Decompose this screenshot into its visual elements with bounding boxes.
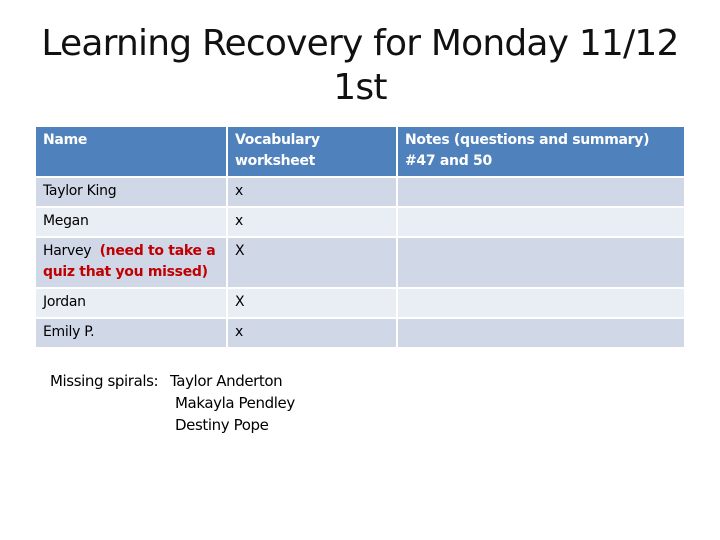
table-row: Jordan X bbox=[36, 289, 684, 319]
missing-spirals: Missing spirals: Taylor Anderton Makayla … bbox=[50, 370, 295, 436]
table-header-row: Name Vocabulary worksheet Notes (questio… bbox=[36, 127, 684, 178]
notes-cell bbox=[398, 238, 684, 289]
missing-spirals-name: Destiny Pope bbox=[175, 416, 269, 434]
table-row: Taylor King x bbox=[36, 178, 684, 208]
student-name-text: Jordan bbox=[43, 294, 86, 310]
table-row: Harvey (need to take a quiz that you mis… bbox=[36, 238, 684, 289]
notes-cell bbox=[398, 289, 684, 319]
missing-spirals-name: Makayla Pendley bbox=[175, 394, 295, 412]
student-name-text: Harvey bbox=[43, 243, 92, 259]
vocab-cell: x bbox=[228, 319, 398, 349]
table-row: Megan x bbox=[36, 208, 684, 238]
student-name: Harvey (need to take a quiz that you mis… bbox=[36, 238, 228, 289]
missing-spirals-line: Missing spirals: Taylor Anderton bbox=[50, 370, 295, 392]
recovery-table: Name Vocabulary worksheet Notes (questio… bbox=[36, 127, 684, 349]
student-name-text: Taylor King bbox=[43, 183, 117, 199]
student-name: Megan bbox=[36, 208, 228, 238]
vocab-cell: x bbox=[228, 178, 398, 208]
student-name: Emily P. bbox=[36, 319, 228, 349]
header-vocabulary: Vocabulary worksheet bbox=[228, 127, 398, 178]
slide-title: Learning Recovery for Monday 11/12 1st bbox=[0, 22, 720, 110]
header-name: Name bbox=[36, 127, 228, 178]
slide-title-line1: Learning Recovery for Monday 11/12 bbox=[41, 23, 679, 64]
missing-spirals-label: Missing spirals: bbox=[50, 372, 159, 390]
student-name: Jordan bbox=[36, 289, 228, 319]
header-notes: Notes (questions and summary) #47 and 50 bbox=[398, 127, 684, 178]
missing-spirals-name: Taylor Anderton bbox=[170, 372, 283, 390]
slide-title-line2: 1st bbox=[333, 67, 387, 108]
notes-cell bbox=[398, 319, 684, 349]
vocab-cell: X bbox=[228, 238, 398, 289]
student-name: Taylor King bbox=[36, 178, 228, 208]
notes-cell bbox=[398, 178, 684, 208]
student-name-text: Emily P. bbox=[43, 324, 95, 340]
notes-cell bbox=[398, 208, 684, 238]
student-name-text: Megan bbox=[43, 213, 89, 229]
table-row: Emily P. x bbox=[36, 319, 684, 349]
vocab-cell: x bbox=[228, 208, 398, 238]
vocab-cell: X bbox=[228, 289, 398, 319]
